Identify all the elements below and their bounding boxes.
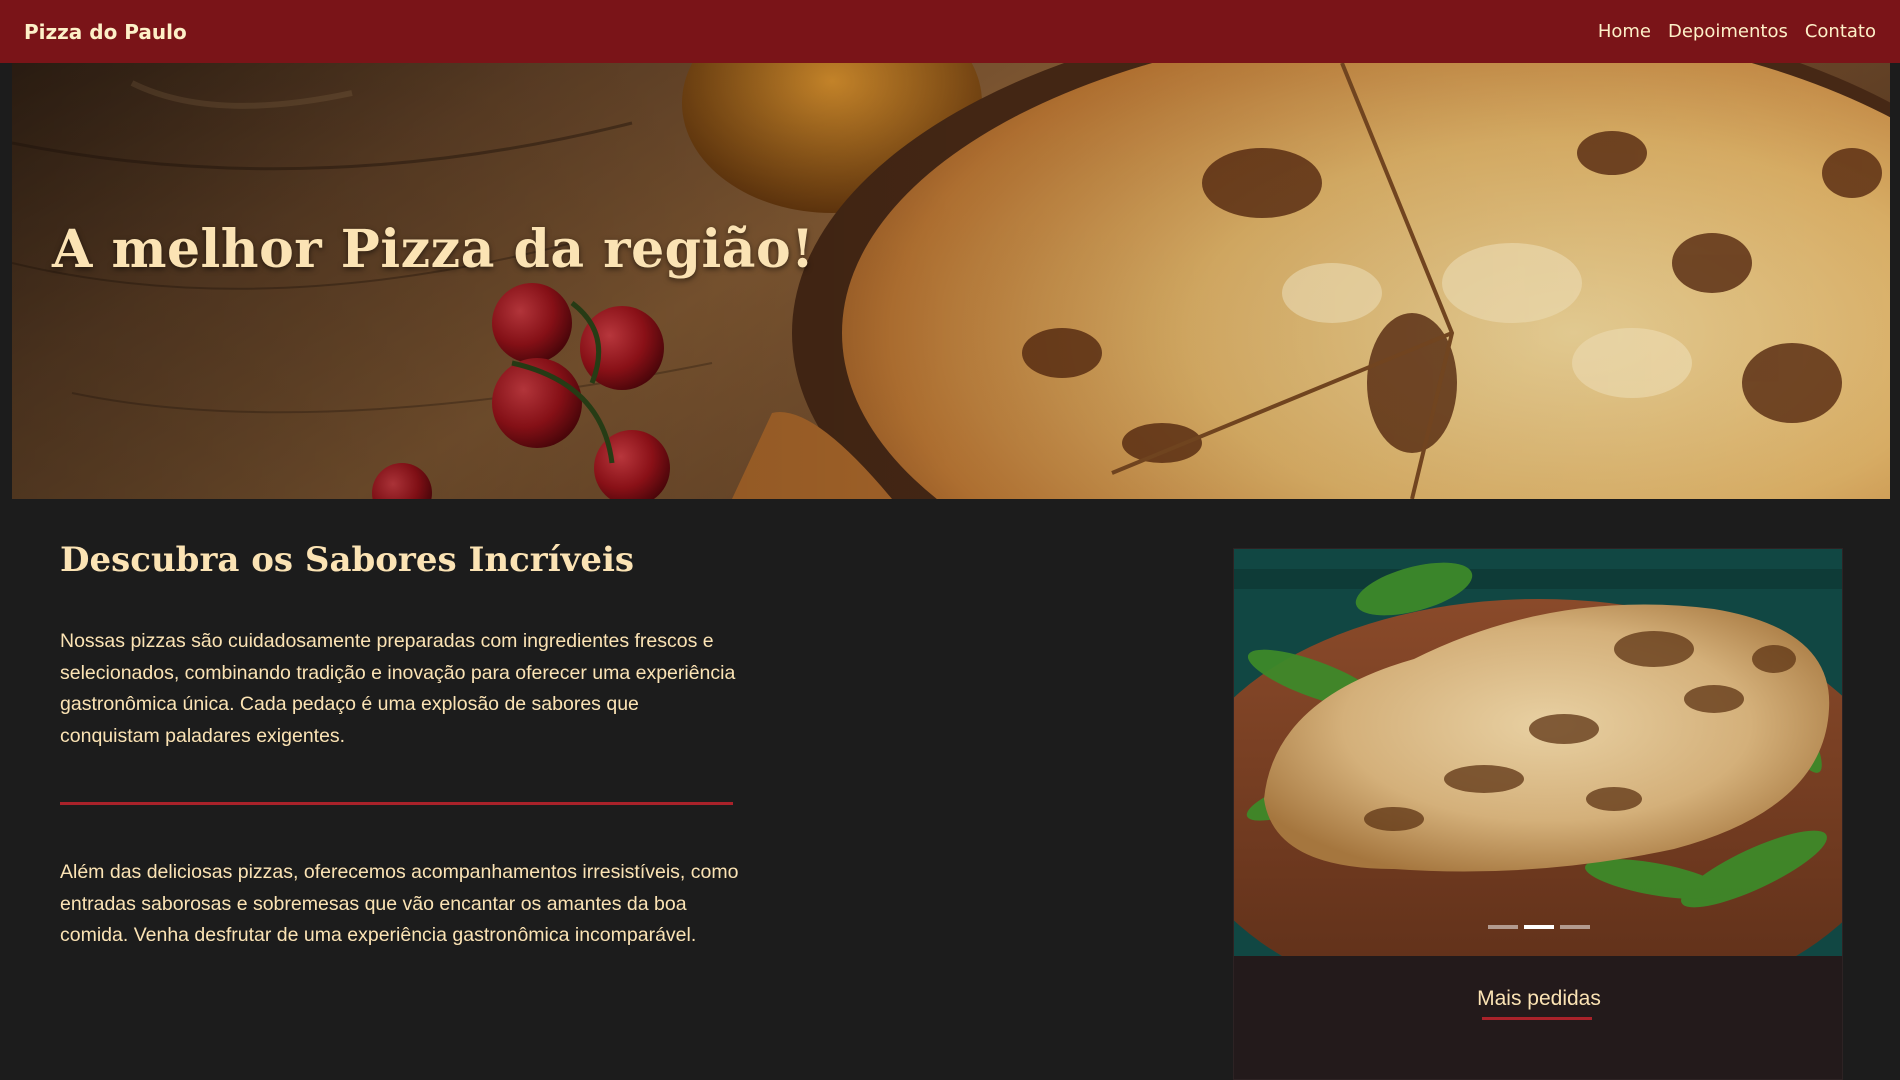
nav-link-contato[interactable]: Contato	[1805, 21, 1876, 42]
carousel-caption: Mais pedidas	[1234, 987, 1842, 1020]
brand-logo[interactable]: Pizza do Paulo	[24, 20, 187, 44]
caption-underline	[1482, 1017, 1592, 1020]
hero-title: A melhor Pizza da região!	[52, 219, 815, 280]
carousel-indicator-3[interactable]	[1560, 925, 1590, 929]
carousel-indicators	[1488, 925, 1590, 929]
carousel-caption-text: Mais pedidas	[1477, 987, 1601, 1010]
paragraph-1: Nossas pizzas são cuidadosamente prepara…	[60, 630, 736, 747]
hero-pizza-image	[12, 63, 1890, 499]
paragraph-2: Além das deliciosas pizzas, oferecemos a…	[60, 861, 739, 946]
section-divider	[60, 802, 733, 805]
nav-link-depoimentos[interactable]: Depoimentos	[1668, 21, 1788, 42]
flatbread-image	[1234, 549, 1842, 956]
nav-link-home[interactable]: Home	[1598, 21, 1651, 42]
hero-banner: A melhor Pizza da região!	[12, 63, 1890, 499]
carousel-indicator-1[interactable]	[1488, 925, 1518, 929]
carousel-indicator-2[interactable]	[1524, 925, 1554, 929]
content-section: Descubra os Sabores Incríveis Nossas piz…	[60, 540, 740, 952]
carousel-slide[interactable]	[1234, 549, 1842, 956]
section-title: Descubra os Sabores Incríveis	[60, 540, 635, 580]
nav-links: Home Depoimentos Contato	[1598, 21, 1876, 42]
navbar: Pizza do Paulo Home Depoimentos Contato	[0, 0, 1900, 63]
carousel-card: Mais pedidas	[1233, 548, 1843, 1080]
